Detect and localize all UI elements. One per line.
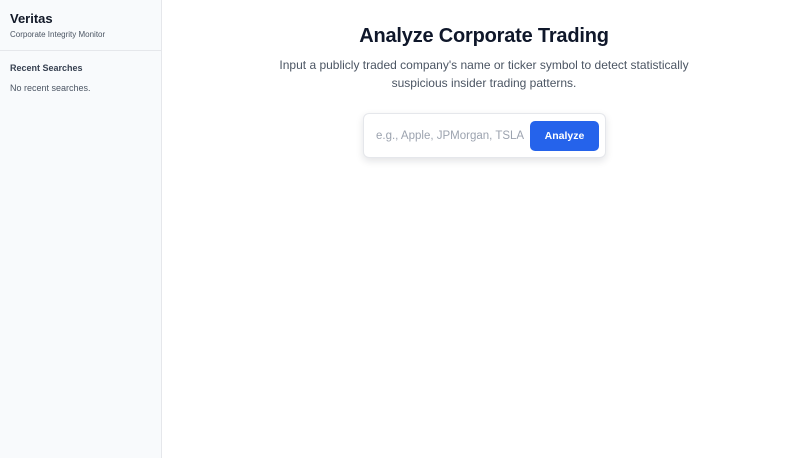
brand-title: Veritas [10,11,53,26]
search-form: Analyze [363,113,606,158]
recent-searches-heading: Recent Searches [10,63,83,73]
recent-searches-empty-state: No recent searches. [10,83,91,93]
hero-section: Analyze Corporate Trading Input a public… [162,24,806,92]
sidebar: Veritas Corporate Integrity Monitor Rece… [0,0,162,458]
app-window: Veritas Corporate Integrity Monitor Rece… [0,0,806,458]
page-title: Analyze Corporate Trading [359,25,609,47]
page-description: Input a publicly traded company's name o… [279,58,689,90]
analyze-button[interactable]: Analyze [530,120,599,151]
main-content: Analyze Corporate Trading Input a public… [162,0,806,458]
brand-header: Veritas Corporate Integrity Monitor [0,0,161,51]
recent-searches-section: Recent Searches No recent searches. [0,51,161,105]
company-search-input[interactable] [372,120,524,151]
brand-subtitle: Corporate Integrity Monitor [10,30,106,39]
